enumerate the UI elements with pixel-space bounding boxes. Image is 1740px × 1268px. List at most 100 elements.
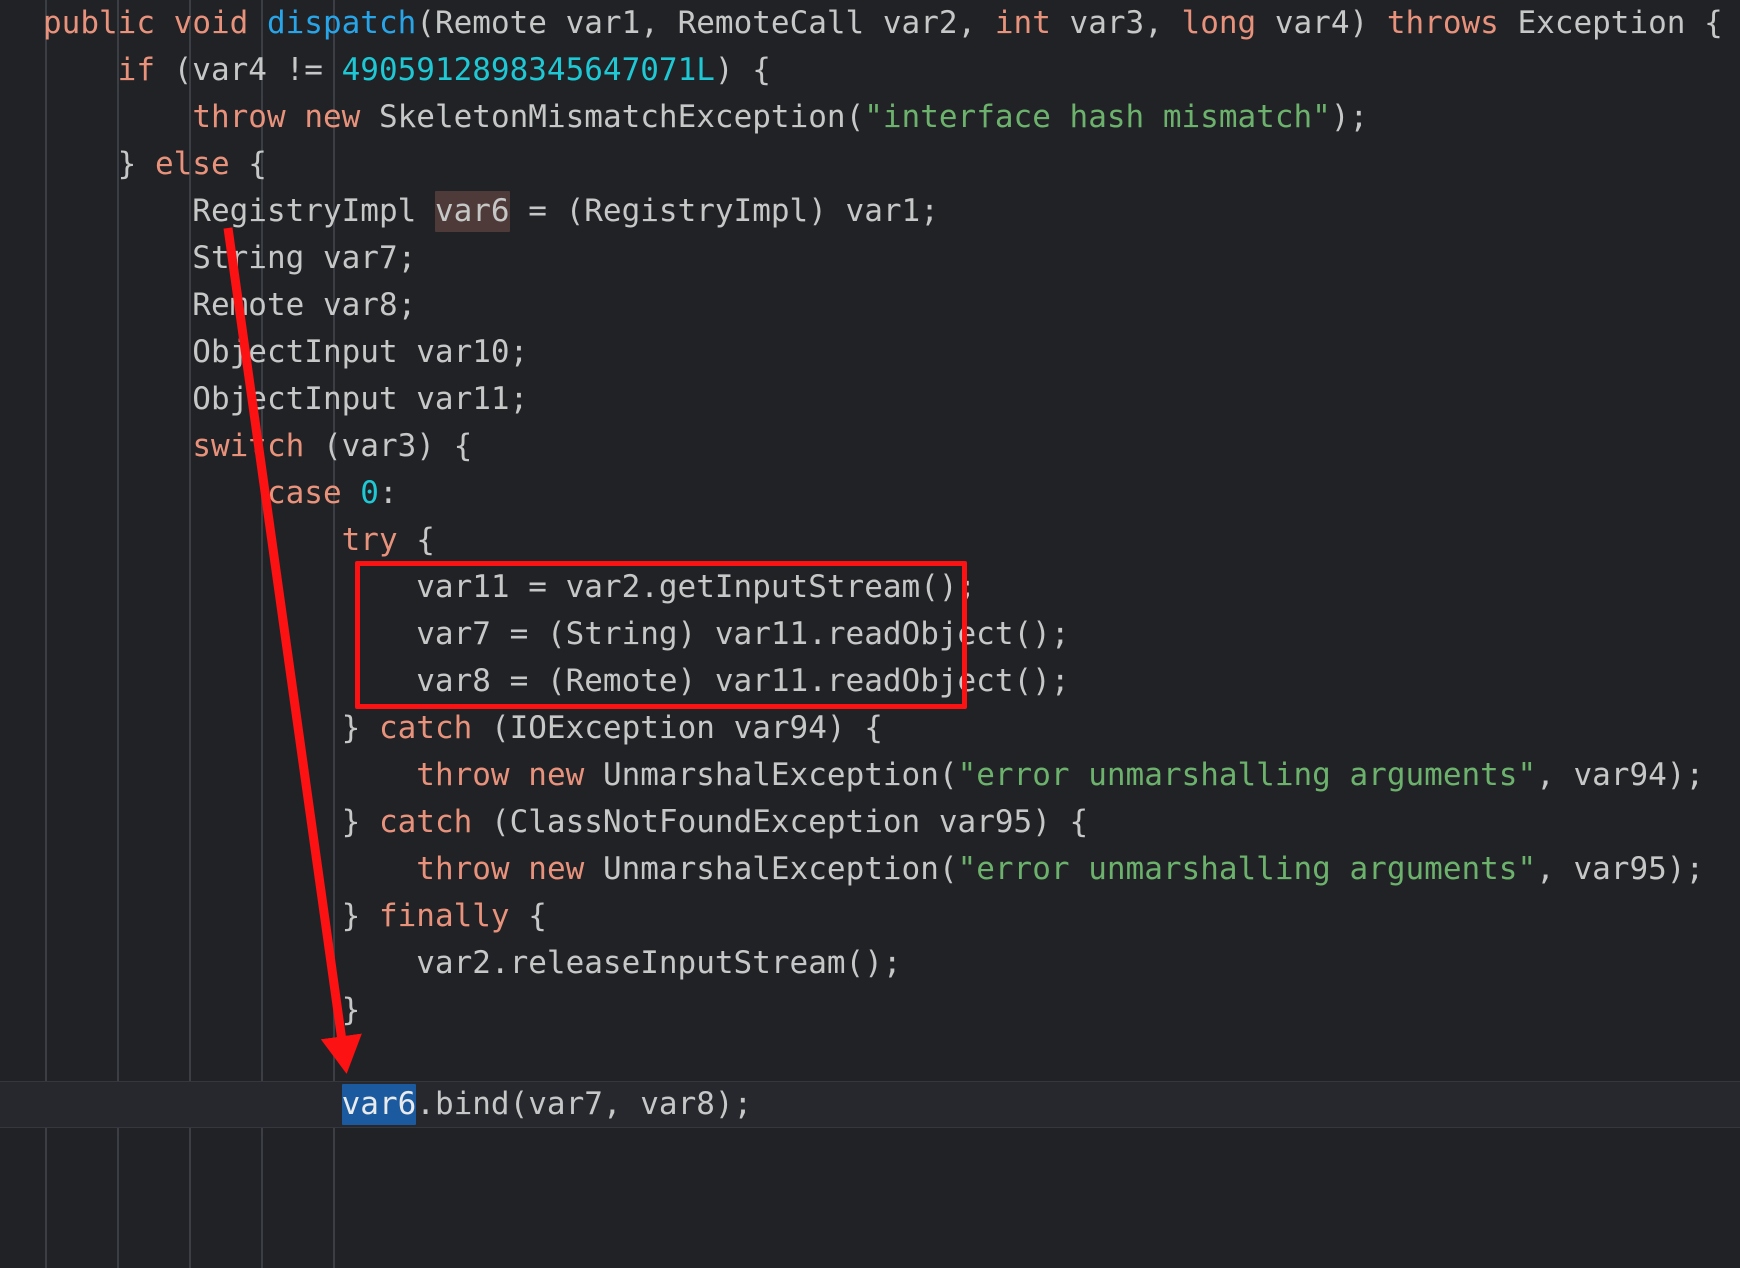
code-token: catch	[378, 710, 473, 746]
code-token: }	[43, 992, 361, 1028]
code-token: throw	[416, 851, 510, 887]
code-token: String var7;	[43, 240, 417, 276]
code-token: 4905912898345647071L	[341, 52, 715, 88]
code-token: = (RegistryImpl) var1;	[509, 193, 939, 229]
code-token: ObjectInput var10;	[43, 334, 529, 370]
code-token: case	[266, 475, 342, 511]
code-line[interactable]: var6.bind(var7, var8);	[0, 1081, 1740, 1128]
code-token: var11 = var2.getInputStream();	[43, 569, 977, 605]
code-token: new	[528, 757, 585, 793]
code-line[interactable]: RegistryImpl var6 = (RegistryImpl) var1;	[0, 188, 1740, 235]
code-line[interactable]: throw new UnmarshalException("error unma…	[0, 846, 1740, 893]
code-line[interactable]: } finally {	[0, 893, 1740, 940]
code-token: (var4 !=	[154, 52, 342, 88]
code-content[interactable]: public void dispatch(Remote var1, Remote…	[0, 0, 1740, 1128]
code-token: {	[397, 522, 435, 558]
code-token: else	[154, 146, 230, 182]
code-token: new	[304, 99, 361, 135]
code-line[interactable]: var8 = (Remote) var11.readObject();	[0, 658, 1740, 705]
code-token: ObjectInput var11;	[43, 381, 529, 417]
code-line[interactable]: switch (var3) {	[0, 423, 1740, 470]
code-token: (Remote var1, RemoteCall var2,	[416, 5, 995, 41]
occurrence-highlight-token[interactable]: var6	[434, 191, 510, 232]
code-line[interactable]: } catch (ClassNotFoundException var95) {	[0, 799, 1740, 846]
code-token: }	[43, 146, 155, 182]
code-token: );	[1330, 99, 1369, 135]
code-token: ) {	[714, 52, 771, 88]
code-token: , var95);	[1536, 851, 1705, 887]
code-token: UnmarshalException(	[584, 851, 958, 887]
code-token: }	[43, 710, 379, 746]
code-line[interactable]: try {	[0, 517, 1740, 564]
code-line[interactable]: } else {	[0, 141, 1740, 188]
code-token: "error unmarshalling arguments"	[957, 757, 1537, 793]
code-token: }	[43, 804, 379, 840]
code-token: var2.releaseInputStream();	[43, 945, 902, 981]
code-line[interactable]: var7 = (String) var11.readObject();	[0, 611, 1740, 658]
code-token: if	[117, 52, 155, 88]
code-line[interactable]: } catch (IOException var94) {	[0, 705, 1740, 752]
code-token: 0	[360, 475, 379, 511]
code-token: void	[173, 5, 249, 41]
code-token: , var94);	[1536, 757, 1705, 793]
code-token: (ClassNotFoundException var95) {	[472, 804, 1089, 840]
code-token: int	[994, 5, 1051, 41]
code-line[interactable]: var11 = var2.getInputStream();	[0, 564, 1740, 611]
code-line[interactable]: var2.releaseInputStream();	[0, 940, 1740, 987]
code-token: finally	[378, 898, 510, 934]
code-editor[interactable]: public void dispatch(Remote var1, Remote…	[0, 0, 1740, 1268]
code-token: throw	[192, 99, 286, 135]
code-token: {	[509, 898, 547, 934]
code-token: {	[229, 146, 267, 182]
code-token: public	[43, 5, 155, 41]
code-token: "interface hash mismatch"	[864, 99, 1331, 135]
code-line[interactable]: Remote var8;	[0, 282, 1740, 329]
code-token: dispatch	[266, 5, 417, 41]
code-line[interactable]	[0, 1034, 1740, 1081]
code-token: RegistryImpl	[43, 193, 435, 229]
code-token: .bind(var7, var8);	[416, 1086, 753, 1122]
code-line[interactable]: throw new UnmarshalException("error unma…	[0, 752, 1740, 799]
code-token: var3,	[1050, 5, 1182, 41]
code-line[interactable]: public void dispatch(Remote var1, Remote…	[0, 0, 1740, 47]
code-line[interactable]: case 0:	[0, 470, 1740, 517]
code-line[interactable]: String var7;	[0, 235, 1740, 282]
code-token: "error unmarshalling arguments"	[957, 851, 1537, 887]
code-token: UnmarshalException(	[584, 757, 958, 793]
code-token: try	[341, 522, 398, 558]
code-token: (IOException var94) {	[472, 710, 883, 746]
code-token: long	[1181, 5, 1257, 41]
code-token: new	[528, 851, 585, 887]
code-line[interactable]: }	[0, 987, 1740, 1034]
code-token: var8 = (Remote) var11.readObject();	[43, 663, 1070, 699]
code-line[interactable]: throw new SkeletonMismatchException("int…	[0, 94, 1740, 141]
code-token: throw	[416, 757, 510, 793]
code-token: var4)	[1256, 5, 1387, 41]
selected-token[interactable]: var6	[341, 1084, 417, 1125]
code-token: }	[43, 898, 379, 934]
code-token: :	[378, 475, 398, 511]
code-token: (var3) {	[304, 428, 473, 464]
code-token: Remote var8;	[43, 287, 417, 323]
code-line[interactable]: if (var4 != 4905912898345647071L) {	[0, 47, 1740, 94]
code-token: catch	[378, 804, 473, 840]
code-token: SkeletonMismatchException(	[360, 99, 865, 135]
code-line[interactable]: ObjectInput var10;	[0, 329, 1740, 376]
code-token: Exception {	[1498, 5, 1723, 41]
code-token: var7 = (String) var11.readObject();	[43, 616, 1070, 652]
code-token: switch	[192, 428, 305, 464]
code-line[interactable]: ObjectInput var11;	[0, 376, 1740, 423]
